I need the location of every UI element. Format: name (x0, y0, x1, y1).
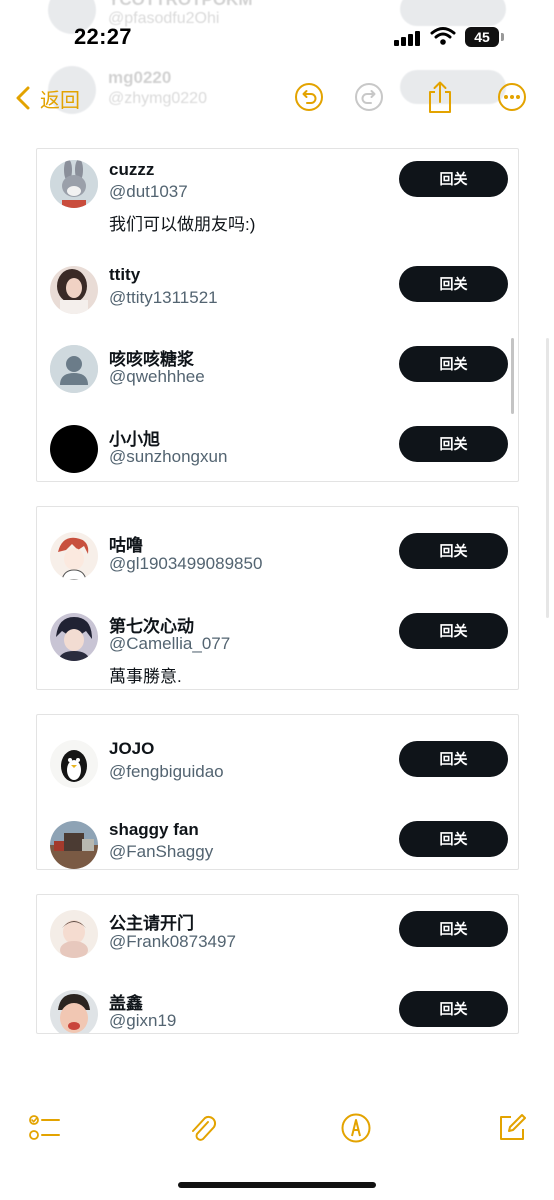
user-handle: @sunzhongxun (109, 447, 228, 466)
checklist-icon[interactable] (28, 1112, 60, 1144)
user-row[interactable]: 公主请开门 @Frank0873497 回关 (37, 895, 518, 975)
user-name: JOJO (109, 739, 155, 758)
avatar (50, 532, 98, 580)
back-label: 返回 (40, 89, 80, 112)
avatar (50, 160, 98, 208)
user-row[interactable]: 盖鑫 @gixn19 回关 (37, 975, 518, 1033)
user-row[interactable]: 第七次心动 @Camellia_077 萬事勝意. 回关 (37, 587, 518, 689)
markup-pen-icon[interactable] (340, 1112, 372, 1144)
user-list-card: JOJO @fengbiguidao 回关 shaggy fan @FanSha… (36, 714, 519, 870)
faded-user-handle: @zhymg0220 (108, 90, 207, 107)
user-row[interactable]: ttity @ttity1311521 回关 (37, 249, 518, 333)
user-list-card: 公主请开门 @Frank0873497 回关 盖鑫 @gixn19 回关 (36, 894, 519, 1034)
wifi-icon (430, 27, 456, 45)
user-handle: @gl1903499089850 (109, 554, 263, 573)
user-row[interactable]: 咕噜 @gl1903499089850 回关 (37, 507, 518, 587)
avatar (50, 740, 98, 788)
faded-user-name: YCOTTROTPOKM (108, 0, 253, 10)
follow-back-button[interactable]: 回关 (399, 741, 508, 777)
compose-icon[interactable] (496, 1112, 528, 1144)
avatar (50, 613, 98, 661)
user-handle: @gixn19 (109, 1011, 177, 1030)
share-icon[interactable] (425, 80, 455, 114)
back-button[interactable]: 返回 (16, 84, 80, 112)
user-handle: @fengbiguidao (109, 762, 224, 781)
battery-indicator: 45 (465, 27, 499, 47)
faded-follow-button (400, 0, 506, 26)
status-time: 22:27 (74, 24, 132, 49)
avatar (50, 425, 98, 473)
user-bio: 我们可以做朋友吗:) (109, 215, 256, 234)
user-name: 公主请开门 (109, 914, 194, 933)
page-scrollbar[interactable] (546, 338, 549, 618)
follow-back-button[interactable]: 回关 (399, 533, 508, 569)
paperclip-icon[interactable] (186, 1112, 218, 1144)
follow-back-button[interactable]: 回关 (399, 266, 508, 302)
user-bio: 萬事勝意. (109, 667, 182, 686)
avatar (50, 821, 98, 869)
redo-icon[interactable] (354, 82, 384, 112)
follow-back-button[interactable]: 回关 (399, 613, 508, 649)
chevron-left-icon (16, 86, 30, 110)
user-name: cuzzz (109, 160, 155, 179)
user-list-card: cuzzz @dut1037 我们可以做朋友吗:) 回关 ttity @ttit… (36, 148, 519, 482)
user-handle: @ttity1311521 (109, 288, 218, 307)
battery-cap (501, 33, 504, 41)
user-row[interactable]: shaggy fan @FanShaggy 回关 (37, 795, 518, 869)
user-handle: @Frank0873497 (109, 932, 236, 951)
avatar (50, 990, 98, 1033)
follow-back-button[interactable]: 回关 (399, 346, 508, 382)
user-name: 咕噜 (109, 536, 143, 555)
faded-user-name: mg0220 (108, 68, 172, 87)
home-indicator[interactable] (178, 1182, 376, 1188)
cellular-signal-icon (394, 30, 420, 46)
user-handle: @Camellia_077 (109, 634, 231, 653)
more-options-icon[interactable] (497, 82, 527, 112)
follow-back-button[interactable]: 回关 (399, 911, 508, 947)
user-name: ttity (109, 265, 141, 284)
user-row[interactable]: 咳咳咳糖浆 @qwehhhee 回关 (37, 333, 518, 413)
follow-back-button[interactable]: 回关 (399, 161, 508, 197)
follow-back-button[interactable]: 回关 (399, 426, 508, 462)
scrollbar[interactable] (511, 338, 514, 414)
avatar (50, 910, 98, 958)
follow-back-button[interactable]: 回关 (399, 991, 508, 1027)
user-name: shaggy fan (109, 820, 199, 839)
avatar (50, 345, 98, 393)
user-list-card: 咕噜 @gl1903499089850 回关 第七次心动 @Camellia_0… (36, 506, 519, 690)
follow-back-button[interactable]: 回关 (399, 821, 508, 857)
user-row[interactable]: 小小旭 @sunzhongxun 回关 (37, 413, 518, 481)
avatar (50, 266, 98, 314)
user-handle: @FanShaggy (109, 842, 214, 861)
user-row[interactable]: JOJO @fengbiguidao 回关 (37, 715, 518, 795)
user-handle: @qwehhhee (109, 367, 205, 386)
undo-icon[interactable] (294, 82, 324, 112)
user-handle: @dut1037 (109, 182, 188, 201)
user-row[interactable]: cuzzz @dut1037 我们可以做朋友吗:) 回关 (37, 149, 518, 249)
